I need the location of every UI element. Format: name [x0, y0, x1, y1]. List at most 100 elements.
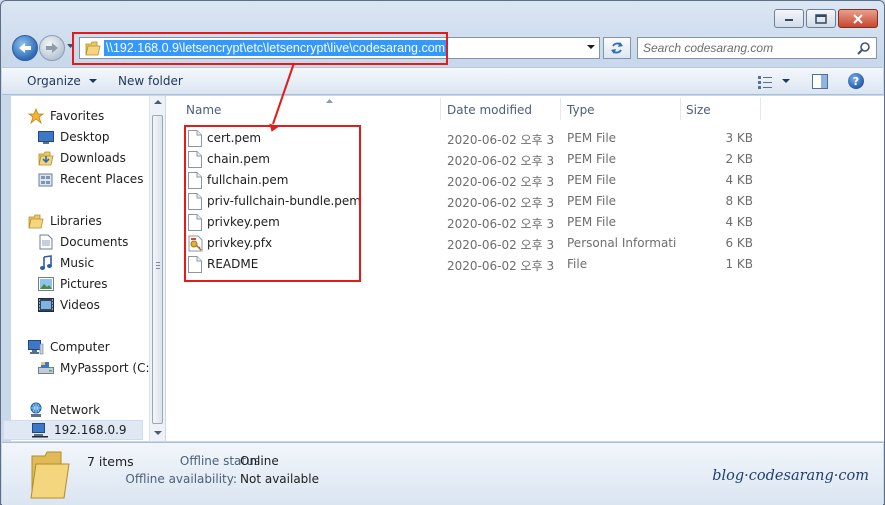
drive-icon	[38, 360, 54, 376]
nav-mypassport-drive[interactable]: MyPassport (C:)	[11, 358, 154, 378]
network-computer-icon	[32, 422, 48, 438]
file-size: 6 KB	[725, 236, 753, 250]
nav-libraries-label: Libraries	[50, 214, 102, 228]
file-type: PEM File	[567, 152, 617, 166]
refresh-button[interactable]	[603, 37, 631, 59]
scrollbar-thumb[interactable]	[152, 115, 163, 424]
command-bar: Organize New folder ?	[2, 67, 883, 95]
nav-videos-label: Videos	[60, 298, 100, 312]
address-dropdown-icon[interactable]	[587, 45, 595, 50]
views-dropdown-icon[interactable]	[782, 79, 790, 84]
nav-network-host[interactable]: 192.168.0.9	[3, 420, 143, 440]
offline-status-value: Online	[240, 454, 279, 468]
column-divider[interactable]	[560, 98, 561, 120]
file-date-modified: 2020-06-02 오후 3:...	[447, 154, 554, 168]
file-date-modified: 2020-06-02 오후 3:...	[447, 175, 554, 189]
item-count: 7 items	[87, 454, 134, 469]
address-highlight-box	[72, 32, 448, 65]
nav-favorites[interactable]: Favorites	[11, 106, 104, 126]
nav-pictures-label: Pictures	[60, 277, 108, 291]
network-icon	[28, 402, 44, 418]
forward-button[interactable]	[39, 35, 65, 61]
libraries-icon	[28, 213, 44, 229]
organize-button[interactable]: Organize	[27, 74, 97, 88]
file-date-modified: 2020-06-02 오후 3:...	[447, 259, 554, 273]
file-date-modified: 2020-06-02 오후 3:...	[447, 196, 554, 210]
column-header-type[interactable]: Type	[567, 98, 677, 122]
nav-videos[interactable]: Videos	[11, 295, 100, 315]
nav-computer[interactable]: Computer	[11, 337, 110, 357]
column-divider[interactable]	[440, 98, 441, 120]
scroll-up-icon[interactable]	[154, 100, 162, 105]
pictures-icon	[38, 276, 54, 292]
file-type: PEM File	[567, 131, 617, 145]
caption-buttons	[774, 9, 878, 28]
desktop-icon	[38, 129, 54, 145]
files-highlight-box	[184, 125, 361, 282]
downloads-folder-icon	[38, 150, 54, 166]
file-size: 4 KB	[725, 215, 753, 229]
nav-recent-places[interactable]: Recent Places	[11, 169, 143, 189]
navigation-scrollbar[interactable]	[149, 96, 165, 441]
file-size: 2 KB	[725, 152, 753, 166]
minimize-button[interactable]	[774, 9, 804, 28]
nav-mypassport-label: MyPassport (C:)	[60, 361, 155, 375]
close-button[interactable]	[838, 9, 878, 28]
column-header-date-modified[interactable]: Date modified	[447, 98, 557, 122]
file-size: 3 KB	[725, 131, 753, 145]
scroll-down-icon[interactable]	[154, 431, 162, 436]
nav-documents[interactable]: Documents	[11, 232, 128, 252]
refresh-icon	[611, 42, 623, 54]
nav-desktop[interactable]: Desktop	[11, 127, 110, 147]
explorer-window: \\192.168.0.9\letsencrypt\etc\letsencryp…	[0, 0, 885, 505]
column-divider[interactable]	[680, 98, 681, 120]
offline-availability-label: Offline availability:	[125, 472, 237, 486]
search-input[interactable]	[643, 40, 848, 56]
nav-favorites-label: Favorites	[50, 109, 105, 123]
file-size: 1 KB	[725, 257, 753, 271]
column-header-size[interactable]: Size	[686, 98, 756, 122]
blog-watermark: blog·codesarang·com	[712, 468, 869, 484]
new-folder-button[interactable]: New folder	[118, 74, 183, 88]
column-header-name[interactable]: Name	[186, 98, 441, 122]
organize-label: Organize	[27, 74, 81, 88]
search-box[interactable]	[637, 37, 877, 59]
file-type: Personal Informati...	[567, 236, 677, 250]
file-date-modified: 2020-06-02 오후 3:...	[447, 217, 554, 231]
search-icon[interactable]	[857, 41, 871, 55]
nav-recent-places-label: Recent Places	[60, 172, 144, 186]
nav-network-host-label: 192.168.0.9	[54, 423, 127, 437]
folder-large-icon	[30, 451, 70, 499]
navigation-pane: Favorites Desktop Downloads Recent Place…	[3, 96, 154, 441]
nav-downloads-label: Downloads	[60, 151, 126, 165]
file-type: PEM File	[567, 215, 617, 229]
star-icon	[28, 108, 44, 124]
file-type: File	[567, 257, 588, 271]
nav-computer-label: Computer	[50, 340, 110, 354]
organize-dropdown-icon	[88, 79, 97, 83]
file-type: PEM File	[567, 173, 617, 187]
nav-downloads[interactable]: Downloads	[11, 148, 126, 168]
file-date-modified: 2020-06-02 오후 3:...	[447, 133, 554, 147]
preview-pane-icon[interactable]	[812, 74, 828, 89]
back-button[interactable]	[12, 35, 38, 61]
music-icon	[38, 255, 54, 271]
videos-icon	[38, 297, 54, 313]
nav-network[interactable]: Network	[11, 400, 100, 420]
help-button[interactable]: ?	[848, 73, 864, 89]
file-type: PEM File	[567, 194, 617, 208]
details-pane: 7 items Offline status: Online Offline a…	[2, 442, 883, 505]
computer-icon	[28, 339, 44, 355]
maximize-button[interactable]	[806, 9, 836, 28]
column-name-label: Name	[186, 103, 222, 117]
documents-icon	[38, 234, 54, 250]
nav-libraries[interactable]: Libraries	[11, 211, 102, 231]
column-divider[interactable]	[760, 98, 761, 120]
views-icon[interactable]	[757, 75, 773, 89]
nav-desktop-label: Desktop	[60, 130, 110, 144]
sort-ascending-icon	[326, 99, 333, 103]
file-date-modified: 2020-06-02 오후 3:...	[447, 238, 554, 252]
offline-availability-value: Not available	[240, 472, 320, 486]
nav-music[interactable]: Music	[11, 253, 94, 273]
nav-pictures[interactable]: Pictures	[11, 274, 108, 294]
